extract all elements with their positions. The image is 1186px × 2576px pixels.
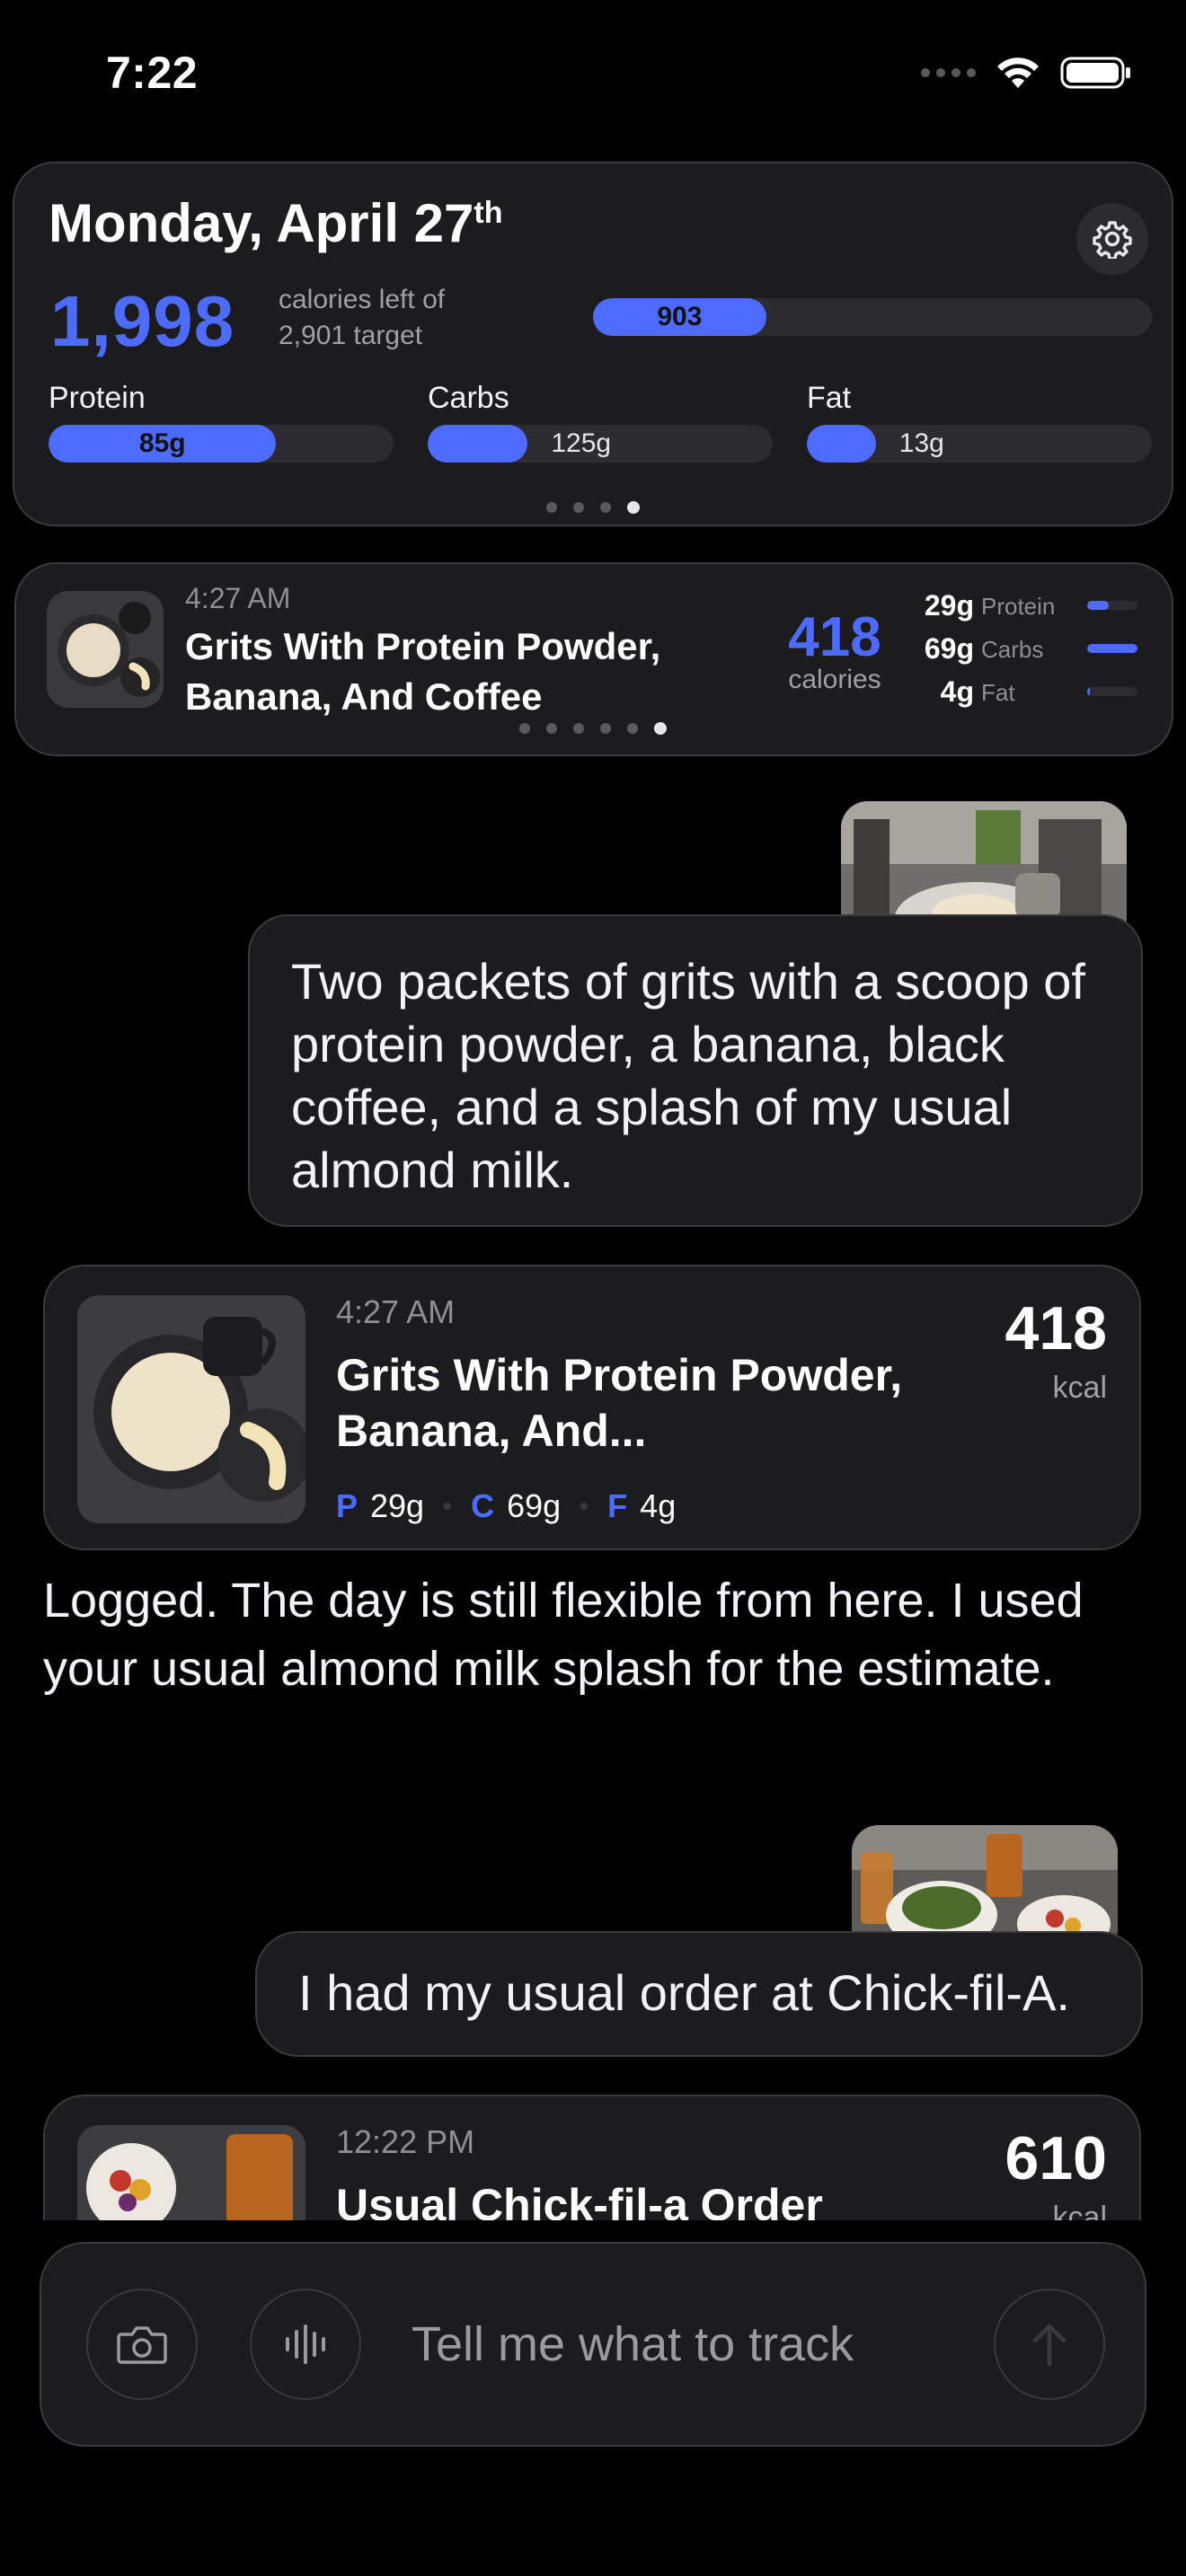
user-message-text: Two packets of grits with a scoop of pro… [291, 953, 1085, 1198]
arrow-up-icon [1032, 2324, 1067, 2367]
separator-dot [444, 1503, 452, 1510]
entry-name: Grits With Protein Powder, Banana, And..… [336, 1350, 903, 1456]
meal-time: 4:27 AM [185, 582, 291, 614]
meal-carousel-card[interactable]: 4:27 AM Grits With Protein Powder, Banan… [14, 562, 1173, 756]
page-dot[interactable] [627, 723, 638, 734]
screen: 7:22 Monday, April 27th 1,998 calories l… [0, 0, 1186, 2576]
calories-progress-bar: 903 [593, 298, 1152, 336]
voice-button[interactable] [250, 2289, 361, 2400]
cellular-signal-icon [921, 68, 976, 77]
page-dot[interactable] [546, 502, 557, 513]
macro-carbs: Carbs 125g [428, 381, 773, 463]
calories-left-note: calories left of 2,901 target [279, 285, 446, 350]
entry-kcal: 610 [1005, 2124, 1107, 2192]
page-dot[interactable] [573, 723, 584, 734]
page-dot[interactable] [600, 723, 611, 734]
entry-time: 12:22 PM [336, 2123, 475, 2160]
macro-progress-bar: 125g [428, 425, 773, 463]
macro-mini-bar [1087, 601, 1137, 610]
macro-value: 125g [551, 428, 612, 458]
entry-kcal: 418 [1005, 1294, 1107, 1363]
separator-dot [580, 1503, 589, 1510]
day-title: Monday, April 27th [49, 193, 503, 253]
protein-key: P [336, 1487, 358, 1524]
fat-value: 4g [640, 1487, 677, 1524]
macro-label: Carbs [428, 381, 509, 415]
calories-eaten-value: 903 [657, 302, 703, 331]
meal-name: Grits With Protein Powder, Banana, And C… [185, 625, 661, 718]
message-input[interactable] [412, 2310, 951, 2378]
page-dot[interactable] [627, 501, 640, 514]
macro-value: 29g [924, 589, 974, 622]
macro-value: 69g [924, 632, 974, 665]
fat-key: F [607, 1487, 628, 1524]
calories-left-value: 1,998 [50, 281, 235, 361]
user-message-text: I had my usual order at Chick-fil-A. [298, 1964, 1070, 2021]
entry-time: 4:27 AM [336, 1293, 456, 1330]
user-message-bubble: Two packets of grits with a scoop of pro… [248, 914, 1143, 1227]
macro-name: Protein [981, 593, 1056, 620]
macro-progress-fill [807, 425, 876, 463]
macro-progress-bar: 13g [807, 425, 1152, 463]
macro-progress-fill [428, 425, 528, 463]
camera-button[interactable] [86, 2289, 198, 2400]
carbs-key: C [471, 1487, 495, 1524]
meal-thumbnail [47, 591, 164, 708]
page-dot[interactable] [546, 723, 557, 734]
daily-summary-card[interactable]: Monday, April 27th 1,998 calories left o… [13, 162, 1173, 526]
assistant-message: Logged. The day is still flexible from h… [43, 1574, 1084, 1696]
macro-mini-bar [1087, 644, 1137, 653]
macro-protein: Protein 85g [49, 381, 394, 463]
macro-name: Fat [981, 679, 1015, 706]
page-dot[interactable] [519, 723, 530, 734]
entry-macros: P 29g C 69g F 4g [336, 1487, 676, 1525]
macro-value: 85g [138, 428, 186, 458]
meal-macro-carbs: 69g Carbs [875, 632, 1172, 668]
macro-label: Protein [49, 381, 146, 415]
message-composer [40, 2242, 1146, 2447]
macro-value: 4g [940, 675, 974, 708]
food-entry-card[interactable]: 4:27 AM Grits With Protein Powder, Banan… [43, 1265, 1141, 1550]
battery-icon [1060, 57, 1130, 89]
macro-mini-bar [1087, 687, 1137, 696]
page-dot[interactable] [600, 502, 611, 513]
protein-value: 29g [370, 1487, 425, 1524]
camera-icon [117, 2326, 167, 2364]
meal-macro-fat: 4g Fat [875, 675, 1172, 711]
send-button[interactable] [994, 2289, 1105, 2400]
settings-button[interactable] [1076, 203, 1148, 275]
page-dot[interactable] [573, 502, 584, 513]
waveform-icon [286, 2325, 325, 2364]
status-icons [921, 56, 1132, 90]
wifi-icon [997, 57, 1039, 88]
user-message-bubble: I had my usual order at Chick-fil-A. [255, 1931, 1143, 2057]
food-entry-thumbnail [77, 1295, 305, 1523]
carbs-value: 69g [507, 1487, 562, 1524]
macro-label: Fat [807, 381, 852, 415]
page-dot[interactable] [654, 722, 667, 735]
macro-fat: Fat 13g [807, 381, 1152, 463]
macro-name: Carbs [981, 636, 1044, 663]
macro-value: 13g [898, 428, 944, 458]
summary-page-indicator[interactable] [546, 501, 640, 514]
gear-icon [1093, 221, 1132, 259]
meal-page-indicator[interactable] [519, 722, 667, 735]
macro-progress-bar: 85g [49, 425, 394, 463]
entry-kcal-unit: kcal [1052, 1371, 1107, 1405]
meal-macro-protein: 29g Protein [875, 589, 1172, 625]
status-time: 7:22 [106, 48, 199, 98]
